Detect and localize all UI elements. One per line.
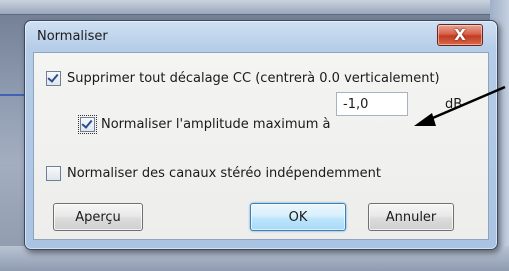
peak-amplitude-input[interactable] — [336, 92, 408, 116]
normalize-dialog: Normaliser X Supprimer tout décalage CC … — [24, 20, 498, 250]
remove-dc-offset-checkbox[interactable] — [46, 71, 61, 86]
ok-button[interactable]: OK — [250, 203, 346, 231]
independent-channels-checkbox[interactable] — [46, 166, 61, 181]
background-toolbar — [0, 0, 509, 14]
dialog-title: Normaliser — [37, 29, 108, 44]
independent-channels-option[interactable]: Normaliser des canaux stéréo indépendemm… — [46, 166, 381, 181]
remove-dc-offset-option[interactable]: Supprimer tout décalage CC (centrerà 0.0… — [46, 71, 440, 86]
close-icon: X — [454, 25, 466, 44]
background-divider — [0, 14, 509, 15]
close-button[interactable]: X — [437, 24, 483, 46]
independent-channels-label: Normaliser des canaux stéréo indépendemm… — [67, 166, 381, 181]
normalize-peak-label: Normaliser l'amplitude maximum à — [101, 117, 331, 132]
dialog-content: Supprimer tout décalage CC (centrerà 0.0… — [33, 52, 489, 240]
dialog-titlebar[interactable]: Normaliser X — [25, 21, 497, 51]
cancel-button[interactable]: Annuler — [368, 203, 454, 231]
normalize-peak-checkbox[interactable] — [78, 115, 97, 134]
remove-dc-offset-label: Supprimer tout décalage CC (centrerà 0.0… — [67, 71, 440, 86]
preview-button[interactable]: Aperçu — [53, 203, 143, 231]
amplitude-unit: dB — [445, 97, 463, 112]
normalize-peak-option[interactable]: Normaliser l'amplitude maximum à — [78, 115, 331, 134]
